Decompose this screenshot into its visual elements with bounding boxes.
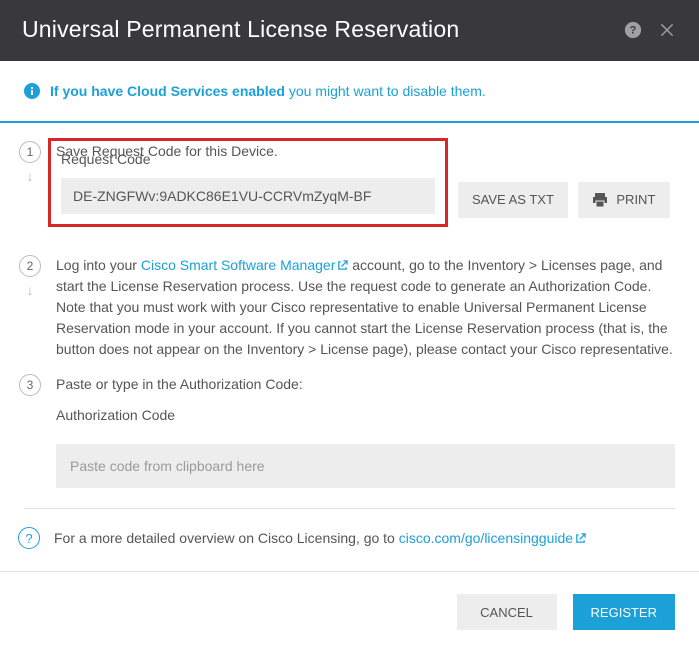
step-2-indicator: 2 ↓	[18, 255, 42, 360]
request-code-highlight: Request Code	[48, 138, 448, 227]
step-1: 1 ↓ Save Request Code for this Device. R…	[18, 141, 675, 241]
help-row: ? For a more detailed overview on Cisco …	[0, 509, 699, 571]
authorization-code-input[interactable]	[56, 444, 675, 488]
info-text-rest: you might want to disable them.	[285, 83, 486, 99]
cssm-link[interactable]: Cisco Smart Software Manager	[141, 257, 349, 273]
help-text-container: For a more detailed overview on Cisco Li…	[54, 530, 586, 546]
help-icon[interactable]: ?	[623, 20, 643, 40]
arrow-down-icon: ↓	[27, 283, 34, 297]
request-code-label: Request Code	[61, 149, 435, 170]
external-link-icon	[575, 531, 586, 542]
step-1-body: Save Request Code for this Device. Reque…	[56, 141, 675, 241]
dialog-header: Universal Permanent License Reservation …	[0, 0, 699, 61]
arrow-down-icon: ↓	[27, 169, 34, 183]
svg-text:?: ?	[630, 24, 637, 36]
info-text-bold: If you have Cloud Services enabled	[50, 83, 285, 99]
licensing-guide-link[interactable]: cisco.com/go/licensingguide	[399, 530, 586, 546]
step-1-indicator: 1 ↓	[18, 141, 42, 241]
help-text: For a more detailed overview on Cisco Li…	[54, 530, 399, 546]
cancel-button[interactable]: CANCEL	[457, 594, 557, 630]
step-3: 3 Paste or type in the Authorization Cod…	[18, 374, 675, 488]
step-3-title: Paste or type in the Authorization Code:	[56, 374, 675, 395]
step-2-text-pre: Log into your	[56, 257, 141, 273]
print-button-label: PRINT	[616, 192, 655, 207]
step-3-indicator: 3	[18, 374, 42, 488]
register-button[interactable]: REGISTER	[573, 594, 675, 630]
external-link-icon	[337, 256, 348, 267]
info-icon	[24, 83, 40, 99]
request-code-row: Request Code SAVE AS TXT PRINT	[56, 172, 675, 227]
save-as-txt-button[interactable]: SAVE AS TXT	[458, 182, 568, 218]
cssm-link-label: Cisco Smart Software Manager	[141, 257, 336, 273]
dialog-footer: CANCEL REGISTER	[0, 571, 699, 654]
help-badge-icon: ?	[18, 527, 40, 549]
step-3-badge: 3	[19, 374, 41, 396]
step-3-body: Paste or type in the Authorization Code:…	[56, 374, 675, 488]
steps-container: 1 ↓ Save Request Code for this Device. R…	[0, 123, 699, 488]
request-code-field[interactable]	[61, 178, 435, 214]
auth-code-label: Authorization Code	[56, 405, 675, 426]
info-text: If you have Cloud Services enabled you m…	[50, 83, 486, 99]
dialog-title: Universal Permanent License Reservation	[22, 16, 459, 43]
print-button[interactable]: PRINT	[578, 182, 670, 218]
step-2-body: Log into your Cisco Smart Software Manag…	[56, 255, 675, 360]
header-actions: ?	[623, 20, 677, 40]
close-icon[interactable]	[657, 20, 677, 40]
step-1-badge: 1	[19, 141, 41, 163]
print-icon	[592, 193, 608, 207]
licensing-guide-link-label: cisco.com/go/licensingguide	[399, 530, 573, 546]
step-2: 2 ↓ Log into your Cisco Smart Software M…	[18, 255, 675, 360]
info-banner: If you have Cloud Services enabled you m…	[0, 61, 699, 121]
step-2-badge: 2	[19, 255, 41, 277]
